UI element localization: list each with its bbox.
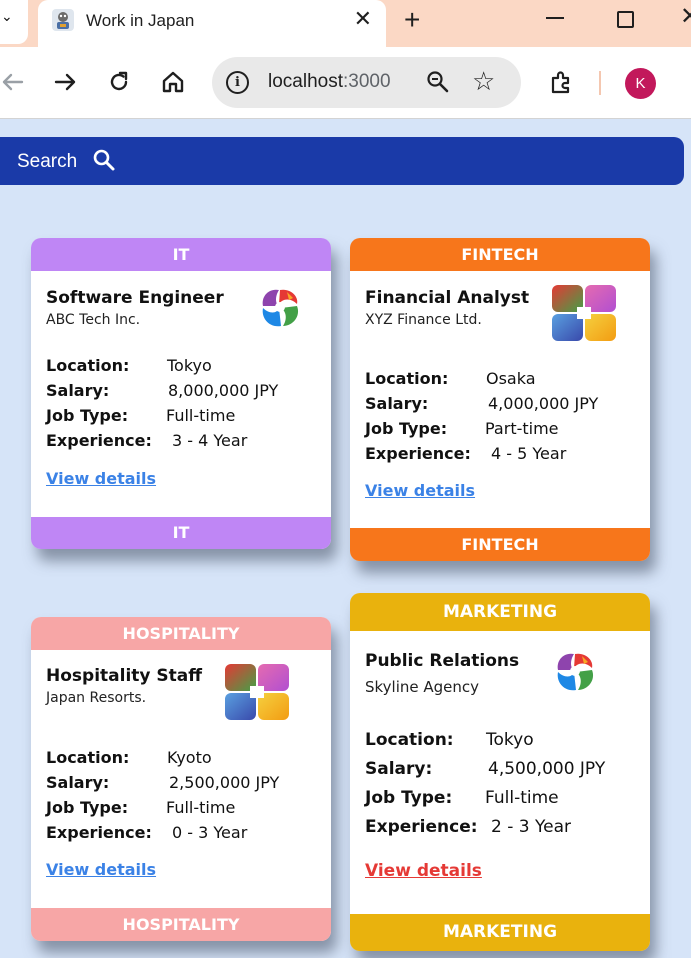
- company-name: XYZ Finance Ltd.: [365, 312, 482, 328]
- category-header: HOSPITALITY: [31, 617, 331, 650]
- view-details-link[interactable]: View details: [46, 469, 156, 488]
- experience-label: Experience:: [365, 817, 478, 837]
- favicon-icon: [52, 9, 74, 31]
- experience-label: Experience:: [46, 823, 152, 842]
- address-bar[interactable]: i localhost:3000 ☆: [212, 57, 521, 108]
- active-tab[interactable]: Work in Japan ✕: [38, 0, 386, 47]
- search-bar[interactable]: Search: [0, 137, 684, 185]
- experience-value: 3 - 4 Year: [172, 431, 248, 450]
- location-value: Kyoto: [167, 748, 212, 767]
- home-icon[interactable]: [160, 69, 186, 95]
- category-footer: IT: [31, 517, 331, 549]
- job-type-value: Part-time: [485, 419, 559, 438]
- view-details-link[interactable]: View details: [365, 861, 482, 881]
- job-card-it: IT Software Engineer ABC Tech Inc. Locat…: [31, 238, 331, 549]
- category-header: FINTECH: [350, 238, 650, 271]
- salary-label: Salary:: [365, 759, 433, 779]
- job-title: Hospitality Staff: [46, 666, 203, 686]
- category-header: MARKETING: [350, 593, 650, 631]
- site-info-icon[interactable]: i: [226, 71, 249, 94]
- location-label: Location:: [365, 369, 449, 388]
- job-details: Location: Tokyo Salary: 8,000,000 JPY Job …: [46, 356, 278, 456]
- chevron-down-icon: ⌄: [1, 8, 13, 24]
- experience-label: Experience:: [46, 431, 152, 450]
- job-type-label: Job Type:: [46, 798, 129, 817]
- job-card-marketing: MARKETING Public Relations Skyline Agenc…: [350, 593, 650, 951]
- swirl-logo-icon: [557, 653, 594, 691]
- salary-value: 4,500,000 JPY: [488, 759, 606, 779]
- experience-value: 4 - 5 Year: [491, 444, 567, 463]
- browser-toolbar: i localhost:3000 ☆ K: [0, 47, 691, 119]
- search-icon[interactable]: [92, 148, 116, 172]
- square-logo-icon: [552, 285, 616, 341]
- location-label: Location:: [46, 356, 130, 375]
- job-type-value: Full-time: [166, 798, 236, 817]
- toolbar-divider: [599, 71, 601, 95]
- job-card-fintech: FINTECH Financial Analyst XYZ Finance Lt…: [350, 238, 650, 561]
- tab-title: Work in Japan: [86, 11, 195, 30]
- job-details: Location: Tokyo Salary: 4,500,000 JPY Job …: [365, 730, 605, 846]
- back-arrow-icon[interactable]: [0, 69, 26, 95]
- job-title: Software Engineer: [46, 288, 224, 308]
- company-name: ABC Tech Inc.: [46, 312, 141, 328]
- search-label: Search: [17, 151, 78, 172]
- salary-value: 4,000,000 JPY: [488, 394, 599, 413]
- location-value: Tokyo: [167, 356, 212, 375]
- job-type-value: Full-time: [166, 406, 236, 425]
- company-name: Skyline Agency: [365, 678, 480, 696]
- location-value: Osaka: [486, 369, 536, 388]
- salary-label: Salary:: [46, 773, 110, 792]
- job-title: Public Relations: [365, 651, 520, 671]
- experience-value: 2 - 3 Year: [491, 817, 571, 837]
- job-type-value: Full-time: [485, 788, 559, 808]
- experience-label: Experience:: [365, 444, 471, 463]
- reload-icon[interactable]: [106, 69, 132, 95]
- url-text[interactable]: localhost:3000: [268, 71, 391, 93]
- job-card-hospitality: HOSPITALITY Hospitality Staff Japan Reso…: [31, 617, 331, 941]
- close-tab-icon[interactable]: ✕: [354, 6, 372, 32]
- minimize-icon[interactable]: [546, 17, 564, 19]
- new-tab-icon[interactable]: +: [404, 4, 420, 36]
- job-type-label: Job Type:: [46, 406, 129, 425]
- zoom-icon[interactable]: [425, 69, 451, 95]
- salary-value: 8,000,000 JPY: [168, 381, 279, 400]
- category-header: IT: [31, 238, 331, 271]
- job-title: Financial Analyst: [365, 288, 530, 308]
- location-label: Location:: [365, 730, 454, 750]
- profile-avatar[interactable]: K: [625, 68, 656, 99]
- tab-strip: ⌄ Work in Japan ✕ + ✕: [0, 0, 691, 47]
- view-details-link[interactable]: View details: [46, 860, 156, 879]
- tab-search-button[interactable]: ⌄: [0, 0, 28, 44]
- maximize-icon[interactable]: [617, 11, 634, 28]
- experience-value: 0 - 3 Year: [172, 823, 248, 842]
- category-footer: FINTECH: [350, 528, 650, 561]
- company-name: Japan Resorts.: [46, 690, 147, 706]
- salary-value: 2,500,000 JPY: [169, 773, 280, 792]
- window-close-icon[interactable]: ✕: [680, 2, 691, 31]
- salary-label: Salary:: [365, 394, 429, 413]
- job-details: Location: Osaka Salary: 4,000,000 JPY Job …: [365, 369, 598, 469]
- location-label: Location:: [46, 748, 130, 767]
- job-details: Location: Kyoto Salary: 2,500,000 JPY Job …: [46, 748, 279, 848]
- swirl-logo-icon: [262, 289, 299, 327]
- forward-arrow-icon[interactable]: [52, 69, 78, 95]
- view-details-link[interactable]: View details: [365, 481, 475, 500]
- category-footer: MARKETING: [350, 914, 650, 951]
- salary-label: Salary:: [46, 381, 110, 400]
- bookmark-star-icon[interactable]: ☆: [472, 66, 495, 97]
- extensions-icon[interactable]: [548, 69, 574, 95]
- category-footer: HOSPITALITY: [31, 908, 331, 941]
- square-logo-icon: [225, 664, 289, 720]
- job-type-label: Job Type:: [365, 788, 453, 808]
- job-type-label: Job Type:: [365, 419, 448, 438]
- location-value: Tokyo: [486, 730, 534, 750]
